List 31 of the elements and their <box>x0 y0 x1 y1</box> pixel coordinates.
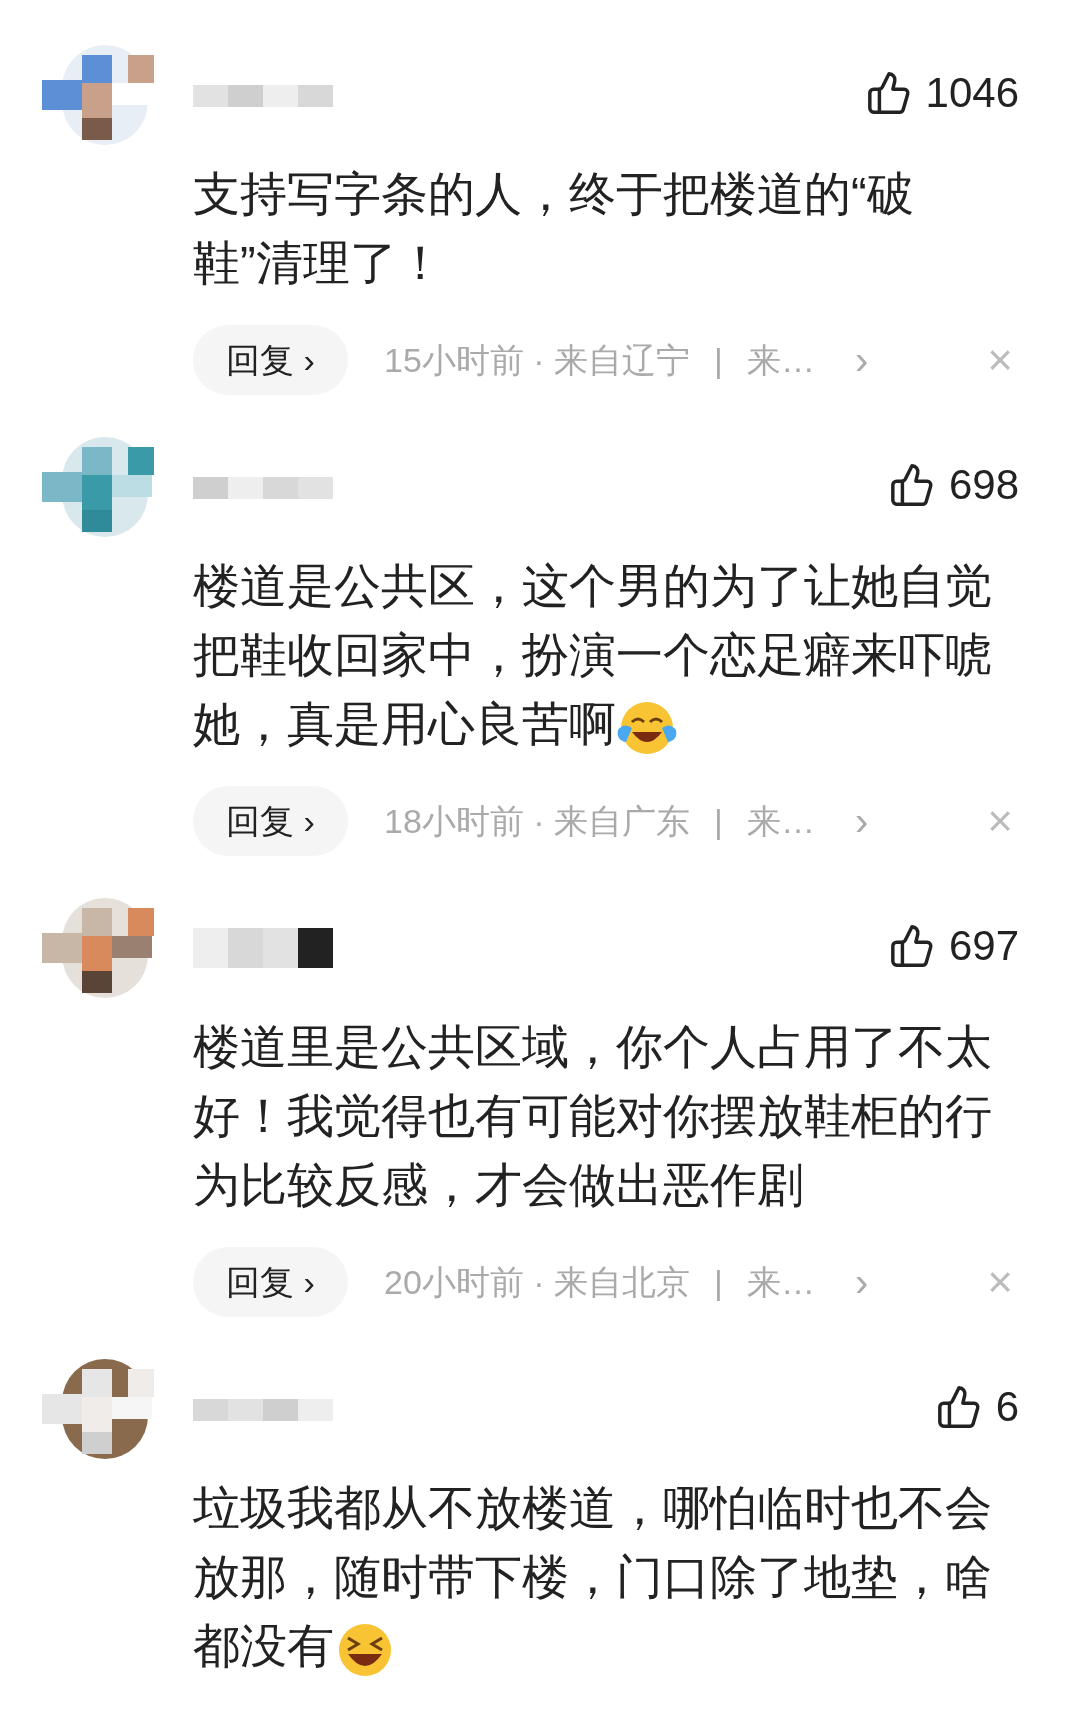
close-button[interactable]: × <box>987 788 1013 854</box>
crying-laughing-emoji-icon <box>616 699 678 756</box>
like-count: 1046 <box>925 68 1019 118</box>
reply-button[interactable]: 回复 › <box>193 786 348 856</box>
like-icon[interactable] <box>888 461 935 508</box>
more-chevron[interactable]: › <box>854 791 869 851</box>
more-chevron[interactable]: › <box>854 1252 869 1312</box>
source-text: 来… <box>746 1261 815 1303</box>
reply-button[interactable]: 回复 › <box>193 325 348 395</box>
separator-text: | <box>714 800 723 842</box>
like-icon[interactable] <box>888 922 935 969</box>
comment-text: 支持写字条的人，终于把楼道的“破鞋”清理了！ <box>193 166 915 291</box>
comment-meta: 20小时前 · 来自北京 <box>384 1261 691 1303</box>
comment-meta: 18小时前 · 来自广东 <box>384 800 691 842</box>
more-chevron[interactable]: › <box>854 330 869 390</box>
like-count: 698 <box>948 460 1019 510</box>
source-text: 来… <box>746 800 815 842</box>
source-text: 来… <box>746 339 815 381</box>
close-button[interactable]: × <box>987 1249 1013 1315</box>
like-icon[interactable] <box>935 1383 982 1430</box>
like-count: 6 <box>995 1382 1019 1432</box>
separator-text: | <box>714 1261 723 1303</box>
like-count: 697 <box>948 921 1019 971</box>
reply-button[interactable]: 回复 › <box>193 1247 348 1317</box>
comment-meta: 15小时前 · 来自辽宁 <box>384 339 691 381</box>
comment-text: 垃圾我都从不放楼道，哪怕临时也不会放那，随时带下楼，门口除了地垫，啥都没有 <box>193 1473 1023 1680</box>
separator-text: | <box>714 339 723 381</box>
close-button[interactable]: × <box>987 327 1013 393</box>
comment-text: 楼道是公共区，这个男的为了让她自觉把鞋收回家中，扮演一个恋足癖来吓唬她，真是用心良苦啊 <box>193 551 1023 758</box>
comment-text: 楼道里是公共区域，你个人占用了不太好！我觉得也有可能对你摆放鞋柜的行为比较反感，才会做出恶作剧 <box>193 1019 993 1213</box>
like-icon[interactable] <box>865 69 912 116</box>
